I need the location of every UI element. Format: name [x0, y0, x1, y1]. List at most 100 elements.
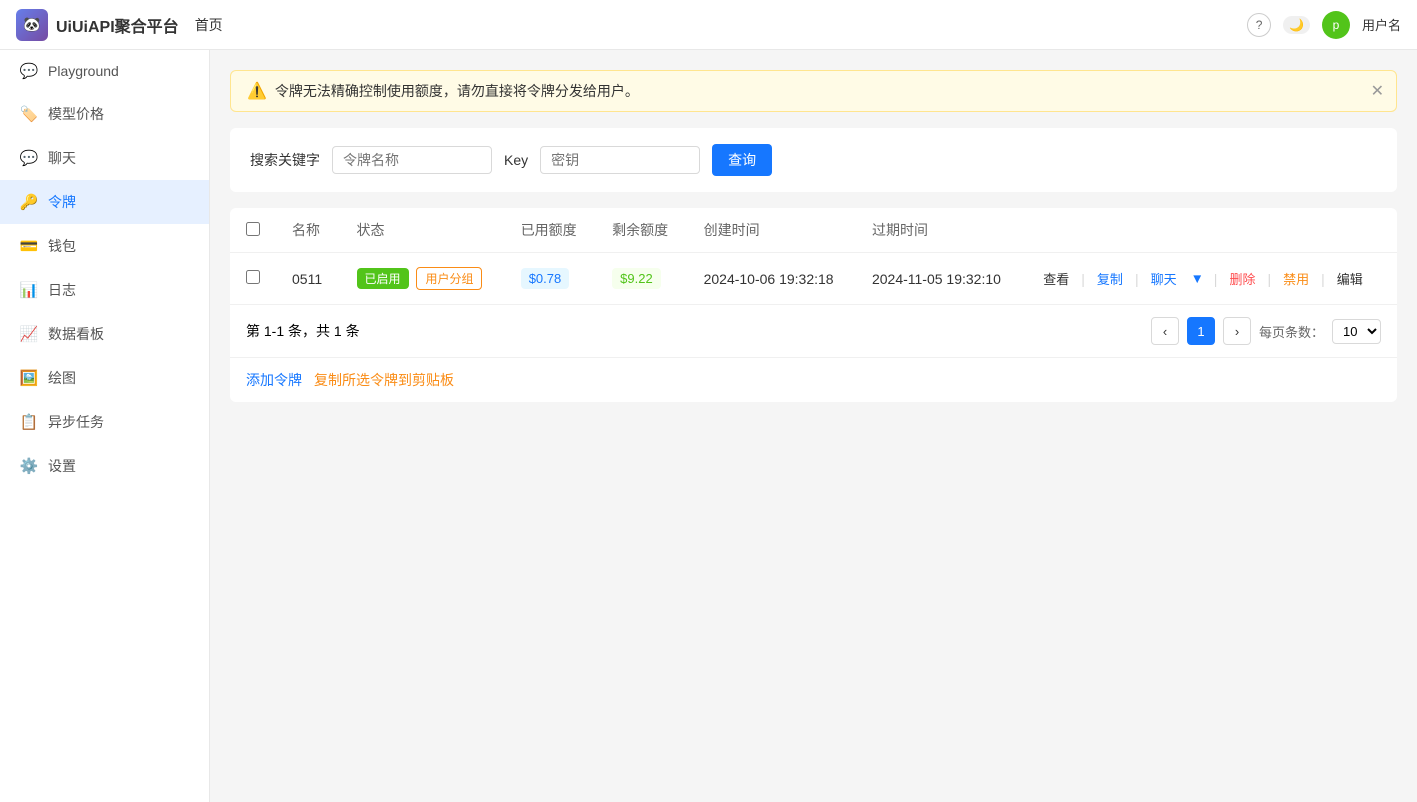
sidebar-label-token: 令牌 [48, 192, 76, 212]
sidebar-label-draw: 绘图 [48, 368, 76, 388]
model-price-icon: 🏷️ [20, 105, 38, 123]
key-label: Key [504, 152, 528, 168]
divider5: | [1321, 271, 1325, 287]
sidebar-item-chat[interactable]: 💬 聊天 [0, 136, 209, 180]
bottom-actions: 添加令牌 复制所选令牌到剪贴板 [230, 357, 1397, 402]
search-keyword-label: 搜索关键字 [250, 150, 320, 170]
row-status: 已启用 用户分组 [341, 253, 505, 305]
alert-close-button[interactable]: ✕ [1371, 81, 1384, 101]
row-actions: 查看 | 复制 | 聊天 ▼ | 删除 | 禁用 [1023, 253, 1397, 305]
row-remaining: $9.22 [596, 253, 687, 305]
sidebar-item-settings[interactable]: ⚙️ 设置 [0, 444, 209, 488]
chat-icon: 💬 [20, 149, 38, 167]
async-tasks-icon: 📋 [20, 413, 38, 431]
record-info-text: 第 1-1 条，共 1 条 [246, 323, 360, 339]
th-created: 创建时间 [688, 208, 856, 253]
sidebar-item-dashboard[interactable]: 📈 数据看板 [0, 312, 209, 356]
remaining-amount-badge: $9.22 [612, 268, 661, 289]
delete-button[interactable]: 删除 [1225, 267, 1259, 290]
divider4: | [1267, 271, 1271, 287]
next-page-button[interactable]: › [1223, 317, 1251, 345]
row-name: 0511 [276, 253, 341, 305]
edit-button[interactable]: 编辑 [1333, 267, 1367, 290]
divider1: | [1081, 271, 1085, 287]
status-usergroup-tag: 用户分组 [416, 267, 482, 290]
alert-warning-icon: ⚠️ [247, 81, 267, 101]
top-nav-left: 🐼 UiUiAPI聚合平台 首页 [16, 9, 223, 41]
pagination-area: 第 1-1 条，共 1 条 ‹ 1 › 每页条数： 10 20 50 [230, 305, 1397, 357]
sidebar-item-token[interactable]: 🔑 令牌 [0, 180, 209, 224]
prev-page-button[interactable]: ‹ [1151, 317, 1179, 345]
dashboard-icon: 📈 [20, 325, 38, 343]
dropdown-button[interactable]: ▼ [1189, 269, 1206, 288]
token-icon: 🔑 [20, 193, 38, 211]
moon-icon: 🌙 [1289, 18, 1304, 32]
theme-toggle[interactable]: 🌙 [1283, 16, 1310, 34]
row-checkbox-cell [230, 253, 276, 305]
th-remaining: 剩余额度 [596, 208, 687, 253]
key-input[interactable] [540, 146, 700, 174]
divider3: | [1214, 271, 1218, 287]
add-token-button[interactable]: 添加令牌 [246, 370, 302, 390]
divider2: | [1135, 271, 1139, 287]
row-checkbox[interactable] [246, 270, 260, 284]
used-amount-badge: $0.78 [521, 268, 570, 289]
th-expired: 过期时间 [856, 208, 1023, 253]
top-nav-right: ? 🌙 p 用户名 [1247, 11, 1401, 39]
playground-icon: 💬 [20, 62, 38, 80]
th-name: 名称 [276, 208, 341, 253]
sidebar-label-playground: Playground [48, 63, 119, 79]
row-created: 2024-10-06 19:32:18 [688, 253, 856, 305]
user-avatar: p [1322, 11, 1350, 39]
sidebar-label-dashboard: 数据看板 [48, 324, 104, 344]
main-content: ⚠️ 令牌无法精确控制使用额度，请勿直接将令牌分发给用户。 ✕ 搜索关键字 Ke… [210, 50, 1417, 802]
th-checkbox [230, 208, 276, 253]
sidebar-label-log: 日志 [48, 280, 76, 300]
help-icon[interactable]: ? [1247, 13, 1271, 37]
sidebar-item-log[interactable]: 📊 日志 [0, 268, 209, 312]
sidebar-item-wallet[interactable]: 💳 钱包 [0, 224, 209, 268]
layout: 💬 Playground 🏷️ 模型价格 💬 聊天 🔑 令牌 💳 钱包 📊 日志… [0, 50, 1417, 802]
copy-selected-button[interactable]: 复制所选令牌到剪贴板 [314, 370, 454, 390]
select-all-checkbox[interactable] [246, 222, 260, 236]
search-bar: 搜索关键字 Key 查询 [230, 128, 1397, 192]
sidebar-label-wallet: 钱包 [48, 236, 76, 256]
copy-button[interactable]: 复制 [1093, 267, 1127, 290]
th-used: 已用额度 [505, 208, 596, 253]
token-table: 名称 状态 已用额度 剩余额度 [230, 208, 1397, 305]
sidebar-item-model-price[interactable]: 🏷️ 模型价格 [0, 92, 209, 136]
th-actions [1023, 208, 1397, 253]
username: 用户名 [1362, 15, 1401, 34]
alert-text: 令牌无法精确控制使用额度，请勿直接将令牌分发给用户。 [275, 81, 1380, 101]
search-button[interactable]: 查询 [712, 144, 772, 176]
sidebar-item-draw[interactable]: 🖼️ 绘图 [0, 356, 209, 400]
per-page-select[interactable]: 10 20 50 [1332, 319, 1381, 344]
action-buttons: 查看 | 复制 | 聊天 ▼ | 删除 | 禁用 [1039, 267, 1381, 290]
logo: 🐼 UiUiAPI聚合平台 [16, 9, 179, 41]
draw-icon: 🖼️ [20, 369, 38, 387]
view-button[interactable]: 查看 [1039, 267, 1073, 290]
page-1-button[interactable]: 1 [1187, 317, 1215, 345]
sidebar-item-async-tasks[interactable]: 📋 异步任务 [0, 400, 209, 444]
status-enabled-tag: 已启用 [357, 268, 409, 289]
th-status: 状态 [341, 208, 505, 253]
sidebar-label-chat: 聊天 [48, 148, 76, 168]
disable-button[interactable]: 禁用 [1279, 267, 1313, 290]
sidebar-label-async-tasks: 异步任务 [48, 412, 104, 432]
log-icon: 📊 [20, 281, 38, 299]
wallet-icon: 💳 [20, 237, 38, 255]
top-nav: 🐼 UiUiAPI聚合平台 首页 ? 🌙 p 用户名 [0, 0, 1417, 50]
pagination-right: ‹ 1 › 每页条数： 10 20 50 [1151, 317, 1381, 345]
settings-icon: ⚙️ [20, 457, 38, 475]
logo-icon: 🐼 [16, 9, 48, 41]
sidebar: 💬 Playground 🏷️ 模型价格 💬 聊天 🔑 令牌 💳 钱包 📊 日志… [0, 50, 210, 802]
sidebar-item-playground[interactable]: 💬 Playground [0, 50, 209, 92]
app-name: UiUiAPI聚合平台 [56, 13, 179, 37]
table-row: 0511 已启用 用户分组 $0.78 $9.22 2024-1 [230, 253, 1397, 305]
alert-banner: ⚠️ 令牌无法精确控制使用额度，请勿直接将令牌分发给用户。 ✕ [230, 70, 1397, 112]
nav-home-link[interactable]: 首页 [195, 15, 223, 35]
chat-action-button[interactable]: 聊天 [1147, 267, 1181, 290]
table-header: 名称 状态 已用额度 剩余额度 [230, 208, 1397, 253]
per-page-label: 每页条数： [1259, 322, 1324, 341]
search-name-input[interactable] [332, 146, 492, 174]
